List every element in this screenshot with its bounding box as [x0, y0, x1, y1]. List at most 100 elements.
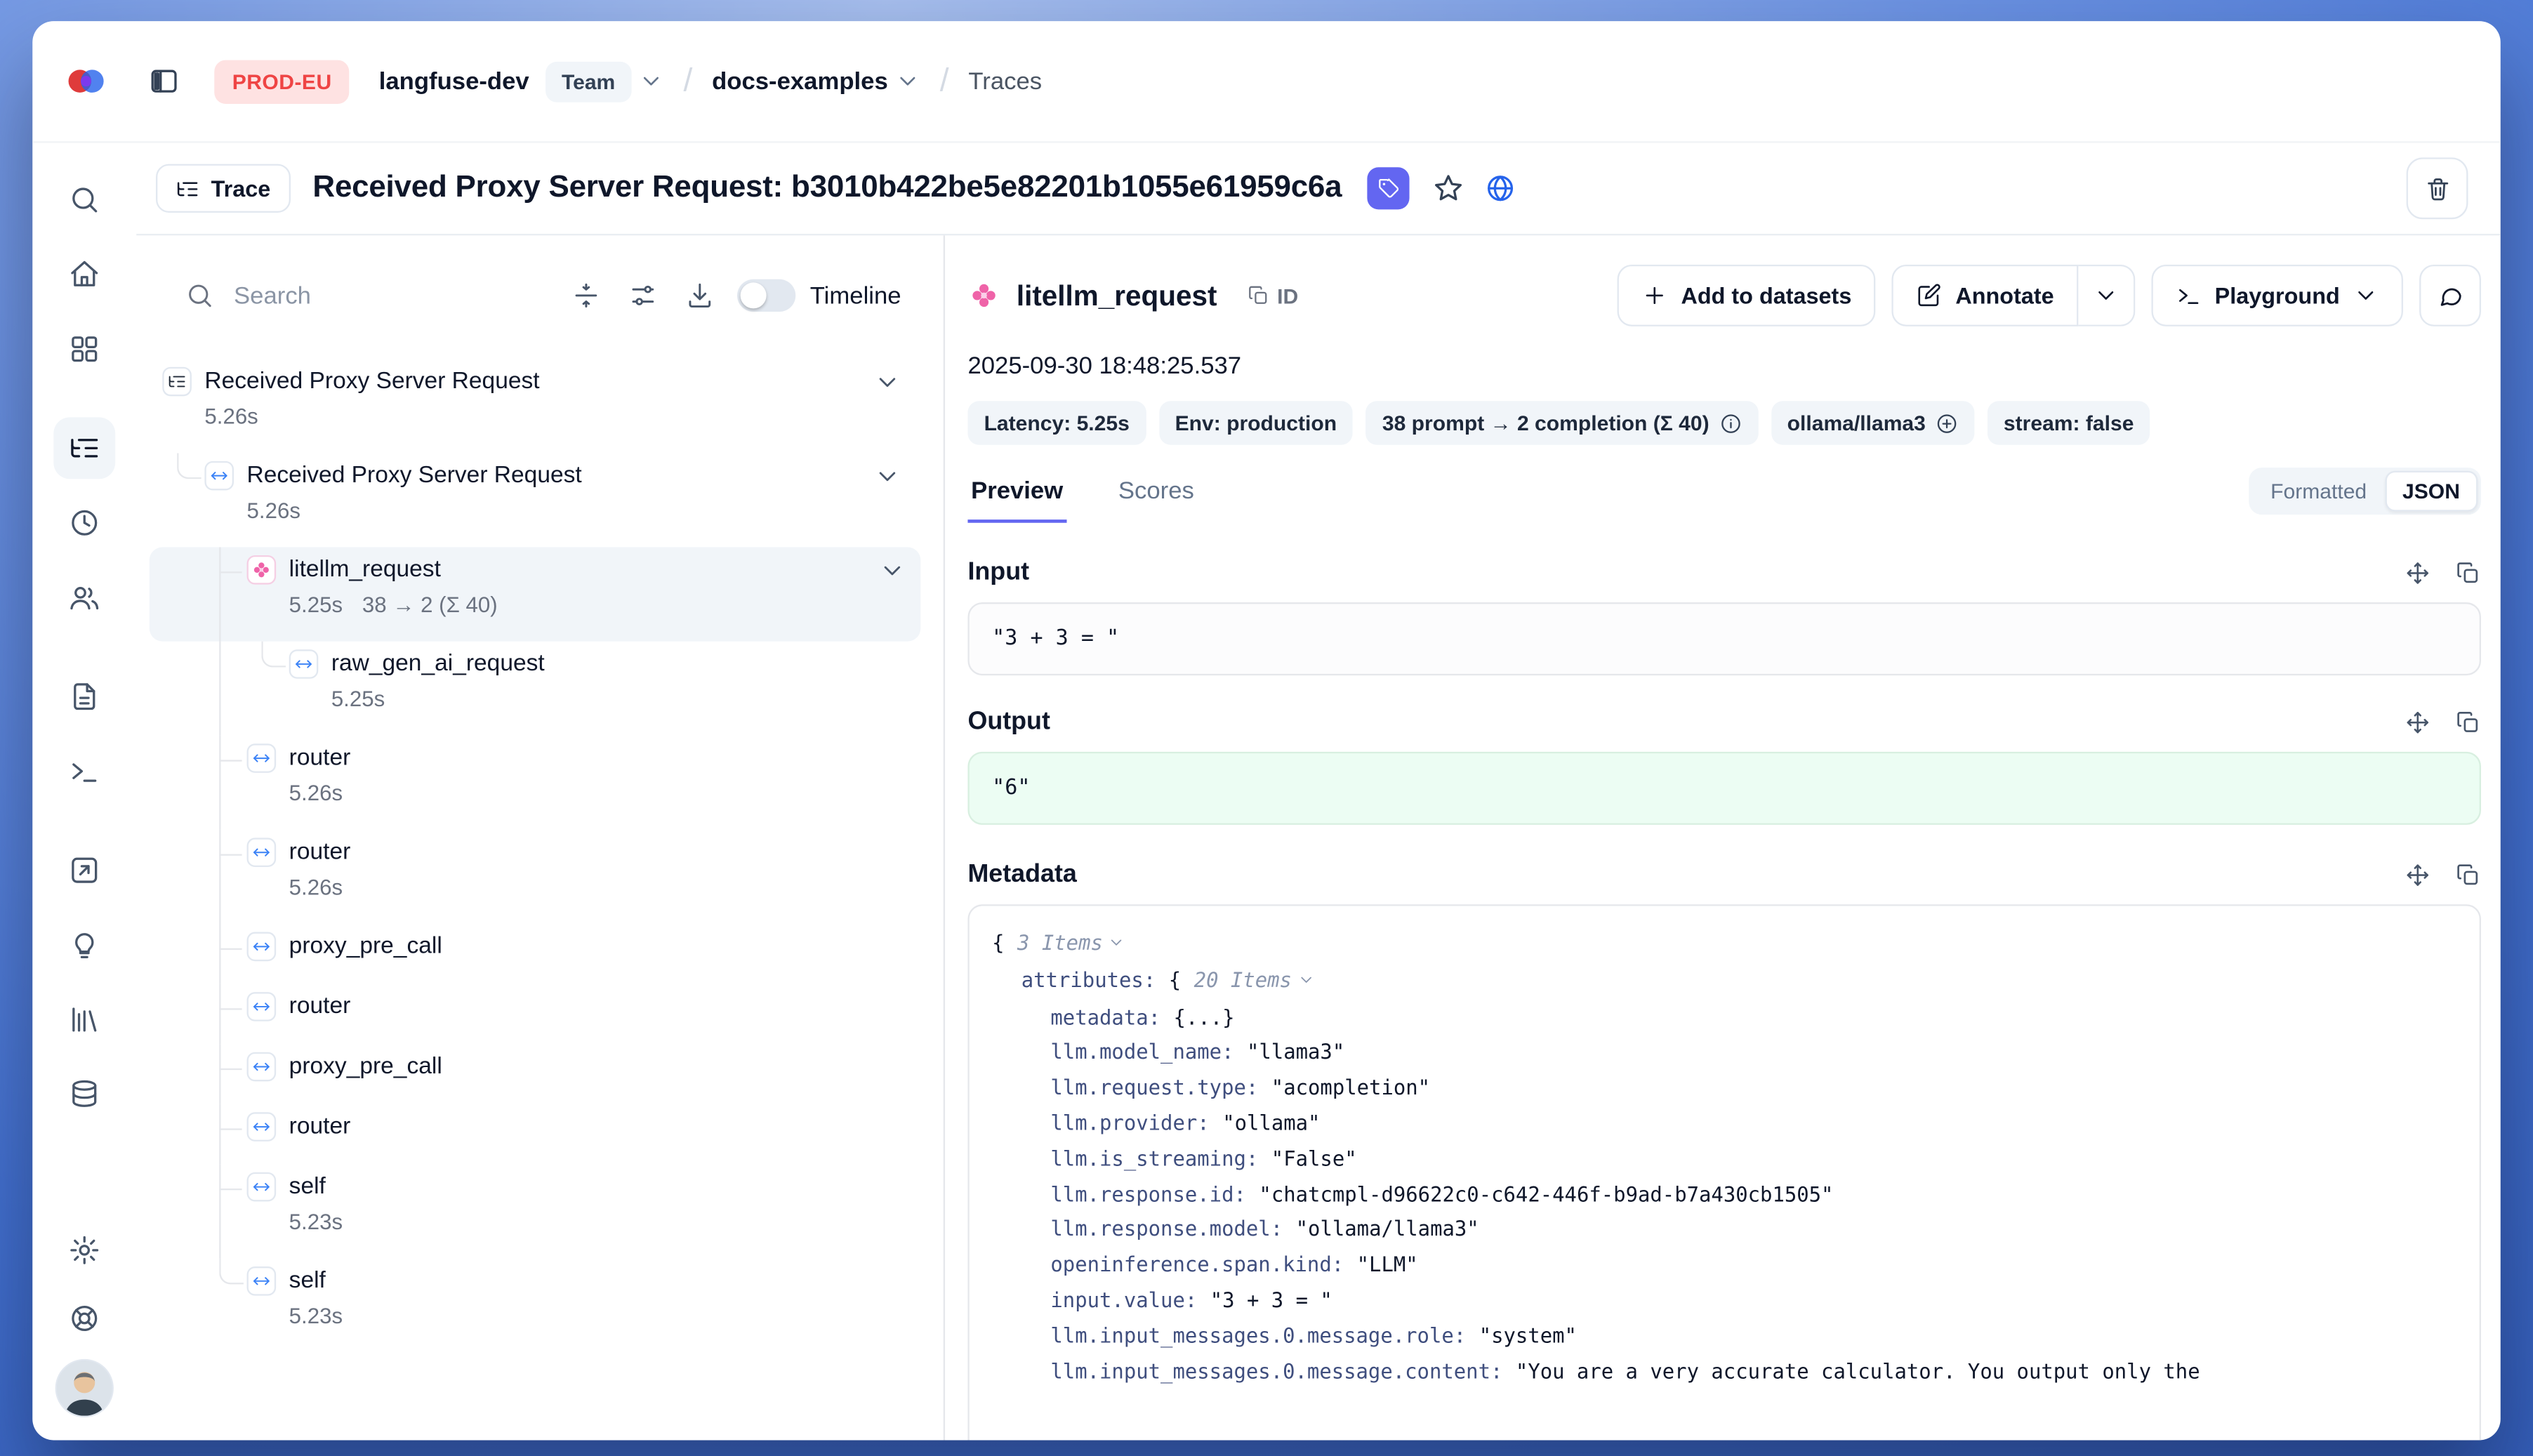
bookmark-button[interactable]	[1433, 172, 1465, 204]
litellm-icon	[967, 279, 1000, 312]
chevron-down-icon[interactable]	[873, 369, 901, 396]
sidebar-item-support[interactable]	[53, 1288, 115, 1349]
lightbulb-icon	[68, 929, 100, 961]
copy-icon	[2455, 862, 2481, 888]
sidebar-item-home[interactable]	[53, 244, 115, 305]
download-button[interactable]	[685, 281, 715, 310]
collapse-caret-icon[interactable]	[1297, 964, 1314, 999]
node-label: router	[289, 742, 351, 774]
tree-node-self[interactable]: self5.23s	[136, 1164, 943, 1258]
trace-header-row: Trace Received Proxy Server Request: b30…	[136, 143, 2500, 236]
sliders-icon	[628, 281, 658, 310]
tags-button[interactable]	[1368, 167, 1410, 209]
sidebar-item-users[interactable]	[53, 567, 115, 628]
json-value: "system"	[1479, 1323, 1577, 1347]
json-key: llm.is_streaming:	[1050, 1146, 1271, 1170]
view-settings-button[interactable]	[628, 281, 658, 310]
timeline-toggle[interactable]	[737, 279, 795, 312]
json-line: llm.input_messages.0.message.role:"syste…	[992, 1318, 2456, 1353]
breadcrumb-separator: /	[683, 62, 692, 100]
output-expand-button[interactable]	[2405, 710, 2431, 736]
chevron-down-icon[interactable]	[894, 68, 920, 94]
sidebar-item-sessions[interactable]	[53, 492, 115, 554]
collapse-caret-icon[interactable]	[1108, 927, 1125, 962]
copy-id-button[interactable]: ID	[1236, 282, 1308, 309]
input-copy-button[interactable]	[2455, 560, 2481, 586]
output-label: Output	[967, 708, 1050, 737]
tree-node-router[interactable]: router5.26s	[136, 736, 943, 830]
node-label: router	[289, 836, 351, 868]
json-line: llm.response.model:"ollama/llama3"	[992, 1212, 2456, 1247]
json-key: openinference.span.kind:	[1050, 1252, 1356, 1277]
sidebar-item-dashboards[interactable]	[53, 318, 115, 380]
format-option-formatted[interactable]: Formatted	[2253, 471, 2385, 512]
node-label: self	[289, 1171, 343, 1203]
collapse-all-button[interactable]	[571, 281, 601, 310]
metadata-label: Metadata	[967, 861, 1076, 890]
span-icon	[247, 1266, 277, 1296]
tab-preview[interactable]: Preview	[967, 477, 1066, 523]
metadata-copy-button[interactable]	[2455, 862, 2481, 888]
tree-node-router[interactable]: router5.26s	[136, 830, 943, 924]
clock-icon	[68, 507, 100, 539]
chevron-down-icon[interactable]	[878, 557, 906, 584]
user-avatar[interactable]	[55, 1359, 114, 1417]
tree-node-proxy-pre-call[interactable]: proxy_pre_call	[136, 924, 943, 984]
input-expand-button[interactable]	[2405, 560, 2431, 586]
comments-button[interactable]	[2419, 265, 2481, 326]
tree-node-proxy-pre-call[interactable]: proxy_pre_call	[136, 1044, 943, 1104]
sidebar-item-llm-judge[interactable]	[53, 914, 115, 976]
annotate-button[interactable]: Annotate	[1892, 265, 2078, 326]
input-value-box: "3 + 3 = "	[967, 602, 2481, 675]
search-button[interactable]	[53, 169, 115, 231]
span-icon	[289, 649, 319, 679]
tab-scores[interactable]: Scores	[1115, 477, 1197, 523]
sidebar-toggle-button[interactable]	[136, 53, 192, 109]
sidebar-item-datasets[interactable]	[53, 989, 115, 1051]
tree-node-raw-gen-ai-request[interactable]: raw_gen_ai_request5.25s	[136, 642, 943, 736]
add-to-datasets-button[interactable]: Add to datasets	[1618, 265, 1876, 326]
sidebar-item-playground[interactable]	[53, 741, 115, 802]
tree-node-received-proxy-server-request[interactable]: Received Proxy Server Request5.26s	[136, 359, 943, 453]
sidebar-item-tracing[interactable]	[53, 417, 115, 479]
playground-button[interactable]: Playground	[2151, 265, 2403, 326]
node-label: proxy_pre_call	[289, 930, 442, 962]
breadcrumb-project[interactable]: docs-examples	[712, 67, 920, 95]
output-copy-button[interactable]	[2455, 710, 2481, 736]
pencil-square-icon	[1917, 282, 1943, 308]
database-icon	[68, 1078, 100, 1111]
chevron-down-icon[interactable]	[638, 68, 664, 94]
tree-search-input[interactable]	[230, 280, 543, 311]
delete-trace-button[interactable]	[2407, 157, 2468, 219]
tree-node-litellm-request[interactable]: litellm_request5.25s38 → 2 (Σ 40)	[150, 547, 921, 641]
org-role-badge: Team	[545, 61, 632, 102]
tree-node-router[interactable]: router	[136, 1104, 943, 1165]
sidebar-item-prompts[interactable]	[53, 666, 115, 727]
plus-icon	[1642, 282, 1668, 308]
tree-node-received-proxy-server-request[interactable]: Received Proxy Server Request5.26s	[136, 453, 943, 547]
input-section-header: Input	[967, 559, 2481, 588]
json-key: attributes:	[1021, 967, 1169, 992]
plus-circle-icon[interactable]	[1936, 411, 1958, 434]
observation-actions: Add to datasets Annotate	[1618, 265, 2481, 326]
node-duration: 5.23s	[289, 1206, 343, 1237]
json-key: metadata:	[1050, 1005, 1173, 1029]
breadcrumb-org[interactable]: langfuse-dev	[379, 67, 529, 95]
format-option-json[interactable]: JSON	[2385, 471, 2478, 512]
public-link-button[interactable]	[1485, 172, 1517, 204]
users-icon	[68, 581, 100, 614]
tree-node-router[interactable]: router	[136, 984, 943, 1045]
json-line: llm.input_messages.0.message.content:"Yo…	[992, 1354, 2456, 1389]
sidebar-item-evaluation[interactable]	[53, 840, 115, 901]
breadcrumb-traces[interactable]: Traces	[968, 67, 1042, 95]
chevron-down-icon[interactable]	[873, 463, 901, 490]
toggle-knob	[740, 282, 766, 308]
tree-node-self[interactable]: self5.23s	[136, 1258, 943, 1352]
metadata-expand-button[interactable]	[2405, 862, 2431, 888]
chevron-down-icon	[2093, 282, 2119, 308]
annotate-dropdown-button[interactable]	[2078, 265, 2135, 326]
info-icon[interactable]	[1719, 411, 1742, 434]
trace-title: Received Proxy Server Request: b3010b422…	[312, 171, 1342, 206]
sidebar-item-settings[interactable]	[53, 1219, 115, 1281]
sidebar-item-exports[interactable]	[53, 1064, 115, 1125]
